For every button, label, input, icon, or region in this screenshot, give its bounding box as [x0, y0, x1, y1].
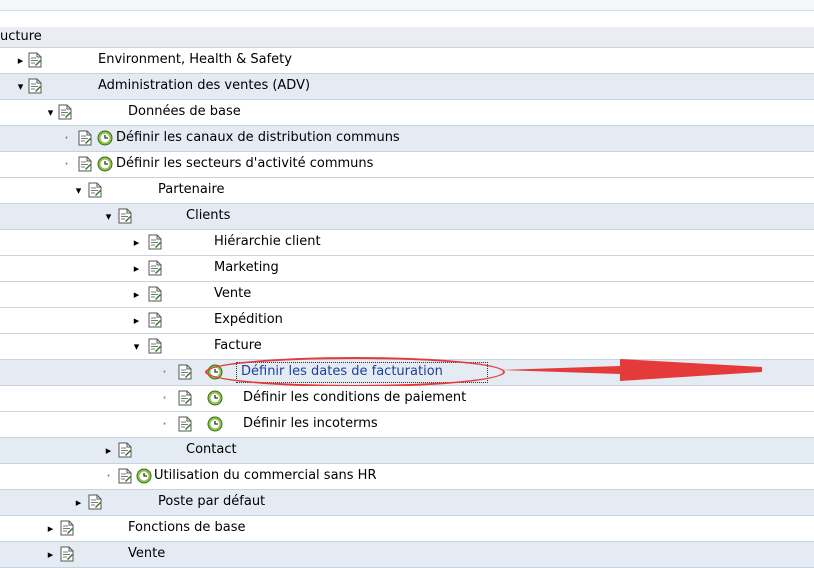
tree-item-label[interactable]: Vente	[214, 286, 251, 301]
tree-item-label[interactable]: Marketing	[214, 260, 279, 275]
tree-row-adv[interactable]: Administration des ventes (ADV)	[0, 74, 814, 100]
document-icon[interactable]	[118, 208, 132, 224]
tree-item-label[interactable]: Administration des ventes (ADV)	[98, 78, 310, 93]
leaf-bullet-icon	[62, 160, 71, 169]
document-icon[interactable]	[148, 338, 162, 354]
expand-down-icon[interactable]	[46, 108, 55, 117]
tree-row-clients[interactable]: Clients	[0, 204, 814, 230]
execute-clock-icon[interactable]	[207, 364, 223, 380]
leaf-bullet-icon	[104, 472, 113, 481]
tree-row-contact[interactable]: Contact	[0, 438, 814, 464]
document-icon[interactable]	[88, 494, 102, 510]
document-icon[interactable]	[58, 104, 72, 120]
collapse-right-icon[interactable]	[46, 524, 55, 533]
tree-row-secteurs[interactable]: Définir les secteurs d'activité communs	[0, 152, 814, 178]
tree-row-hierarchie[interactable]: Hiérarchie client	[0, 230, 814, 256]
tree-item-label[interactable]: Poste par défaut	[158, 494, 265, 509]
document-icon[interactable]	[28, 52, 42, 68]
expand-down-icon[interactable]	[74, 186, 83, 195]
tree-item-label[interactable]: Expédition	[214, 312, 283, 327]
collapse-right-icon[interactable]	[132, 290, 141, 299]
collapse-right-icon[interactable]	[46, 550, 55, 559]
tree-item-label[interactable]: Clients	[186, 208, 230, 223]
tree-row-fonctions[interactable]: Fonctions de base	[0, 516, 814, 542]
tree-item-label[interactable]: Utilisation du commercial sans HR	[154, 468, 377, 483]
tree-item-label[interactable]: Données de base	[128, 104, 241, 119]
document-icon[interactable]	[78, 130, 92, 146]
tree-item-label[interactable]: Partenaire	[158, 182, 225, 197]
expand-down-icon[interactable]	[132, 342, 141, 351]
document-icon[interactable]	[148, 312, 162, 328]
tree-row-conditions[interactable]: Définir les conditions de paiement	[0, 386, 814, 412]
expand-down-icon[interactable]	[104, 212, 113, 221]
document-icon[interactable]	[148, 260, 162, 276]
document-icon[interactable]	[60, 546, 74, 562]
execute-clock-icon[interactable]	[136, 468, 152, 484]
document-icon[interactable]	[60, 520, 74, 536]
tree-item-label[interactable]: Hiérarchie client	[214, 234, 321, 249]
tree-row-incoterms[interactable]: Définir les incoterms	[0, 412, 814, 438]
execute-clock-icon[interactable]	[97, 130, 113, 146]
tree-row-canaux[interactable]: Définir les canaux de distribution commu…	[0, 126, 814, 152]
tree-item-label[interactable]: Définir les secteurs d'activité communs	[116, 156, 373, 171]
execute-clock-icon[interactable]	[97, 156, 113, 172]
tree-row-expedition[interactable]: Expédition	[0, 308, 814, 334]
document-icon[interactable]	[88, 182, 102, 198]
tree-item-label[interactable]: Définir les conditions de paiement	[243, 390, 466, 405]
top-strip	[0, 0, 814, 11]
document-icon[interactable]	[178, 390, 192, 406]
tree-row-ehs[interactable]: Environment, Health & Safety	[0, 48, 814, 74]
red-arrow-annotation	[500, 359, 762, 381]
leaf-bullet-icon	[62, 134, 71, 143]
tree-item-label[interactable]: Définir les incoterms	[243, 416, 378, 431]
collapse-right-icon[interactable]	[74, 498, 83, 507]
tree-item-label[interactable]: Définir les canaux de distribution commu…	[116, 130, 400, 145]
tree-row-partenaire[interactable]: Partenaire	[0, 178, 814, 204]
document-icon[interactable]	[118, 468, 132, 484]
expand-down-icon[interactable]	[16, 82, 25, 91]
leaf-bullet-icon	[160, 394, 169, 403]
tree-item-label[interactable]: Facture	[214, 338, 262, 353]
collapse-right-icon[interactable]	[132, 238, 141, 247]
structure-header-label: ucture	[0, 29, 42, 44]
tree-row-vente[interactable]: Vente	[0, 542, 814, 568]
tree-row-vente-c[interactable]: Vente	[0, 282, 814, 308]
execute-clock-icon[interactable]	[207, 390, 223, 406]
tree-row-marketing[interactable]: Marketing	[0, 256, 814, 282]
collapse-right-icon[interactable]	[132, 316, 141, 325]
tree-row-poste[interactable]: Poste par défaut	[0, 490, 814, 516]
document-icon[interactable]	[118, 442, 132, 458]
document-icon[interactable]	[178, 364, 192, 380]
execute-clock-icon[interactable]	[207, 416, 223, 432]
tree-row-utilisation[interactable]: Utilisation du commercial sans HR	[0, 464, 814, 490]
leaf-bullet-icon	[160, 368, 169, 377]
selection-focus-box	[236, 362, 488, 383]
document-icon[interactable]	[28, 78, 42, 94]
document-icon[interactable]	[148, 234, 162, 250]
structure-tree: Environment, Health & Safety Administrati…	[0, 48, 814, 568]
leaf-bullet-icon	[160, 420, 169, 429]
tree-item-label[interactable]: Fonctions de base	[128, 520, 246, 535]
tree-row-donnees[interactable]: Données de base	[0, 100, 814, 126]
structure-header: ucture	[0, 27, 814, 48]
document-icon[interactable]	[148, 286, 162, 302]
collapse-right-icon[interactable]	[132, 264, 141, 273]
tree-item-label[interactable]: Environment, Health & Safety	[98, 52, 292, 67]
document-icon[interactable]	[78, 156, 92, 172]
collapse-right-icon[interactable]	[16, 56, 25, 65]
collapse-right-icon[interactable]	[104, 446, 113, 455]
tree-item-label[interactable]: Contact	[186, 442, 237, 457]
tree-item-label[interactable]: Vente	[128, 546, 165, 561]
document-icon[interactable]	[178, 416, 192, 432]
